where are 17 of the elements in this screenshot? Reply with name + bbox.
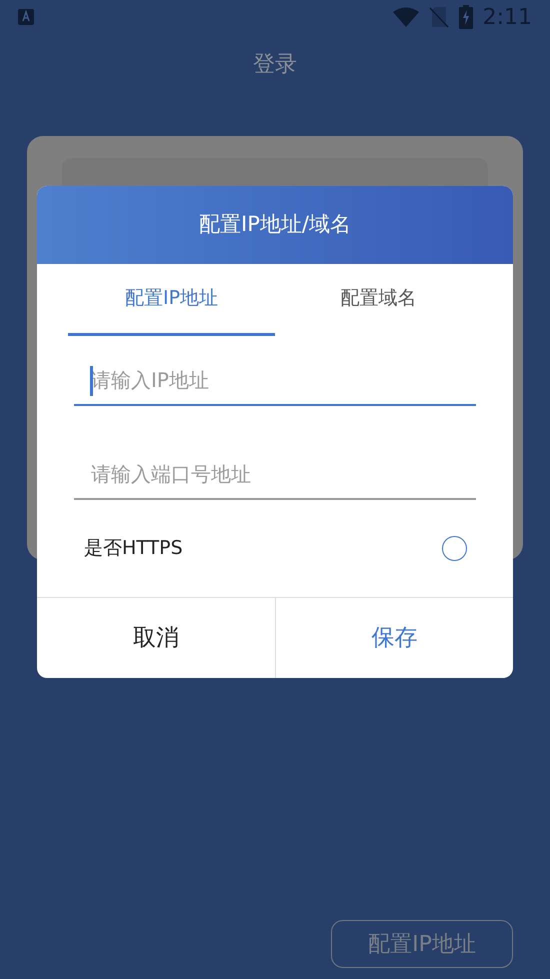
tab[interactable]: 配置域名	[275, 264, 482, 336]
input-field[interactable]: 请输入端口号地址	[74, 450, 476, 500]
status-time: 2:11	[482, 4, 532, 32]
input-field[interactable]: 请输入IP地址	[74, 356, 476, 406]
page-title: 登录	[253, 51, 297, 79]
config-ip-button[interactable]: 配置IP地址	[331, 920, 513, 968]
dialog-title: 配置IP地址/域名	[199, 211, 351, 238]
https-label: 是否HTTPS	[84, 536, 183, 562]
tab[interactable]: 配置IP地址	[68, 264, 275, 336]
no-sim-icon	[428, 6, 449, 28]
text-cursor	[90, 366, 93, 396]
keyboard-app-icon	[18, 9, 34, 25]
wifi-icon	[392, 7, 419, 27]
save-button[interactable]: 保存	[274, 598, 513, 678]
https-radio[interactable]	[442, 536, 467, 561]
cancel-button[interactable]: 取消	[37, 598, 274, 678]
battery-charging-icon	[458, 5, 473, 29]
